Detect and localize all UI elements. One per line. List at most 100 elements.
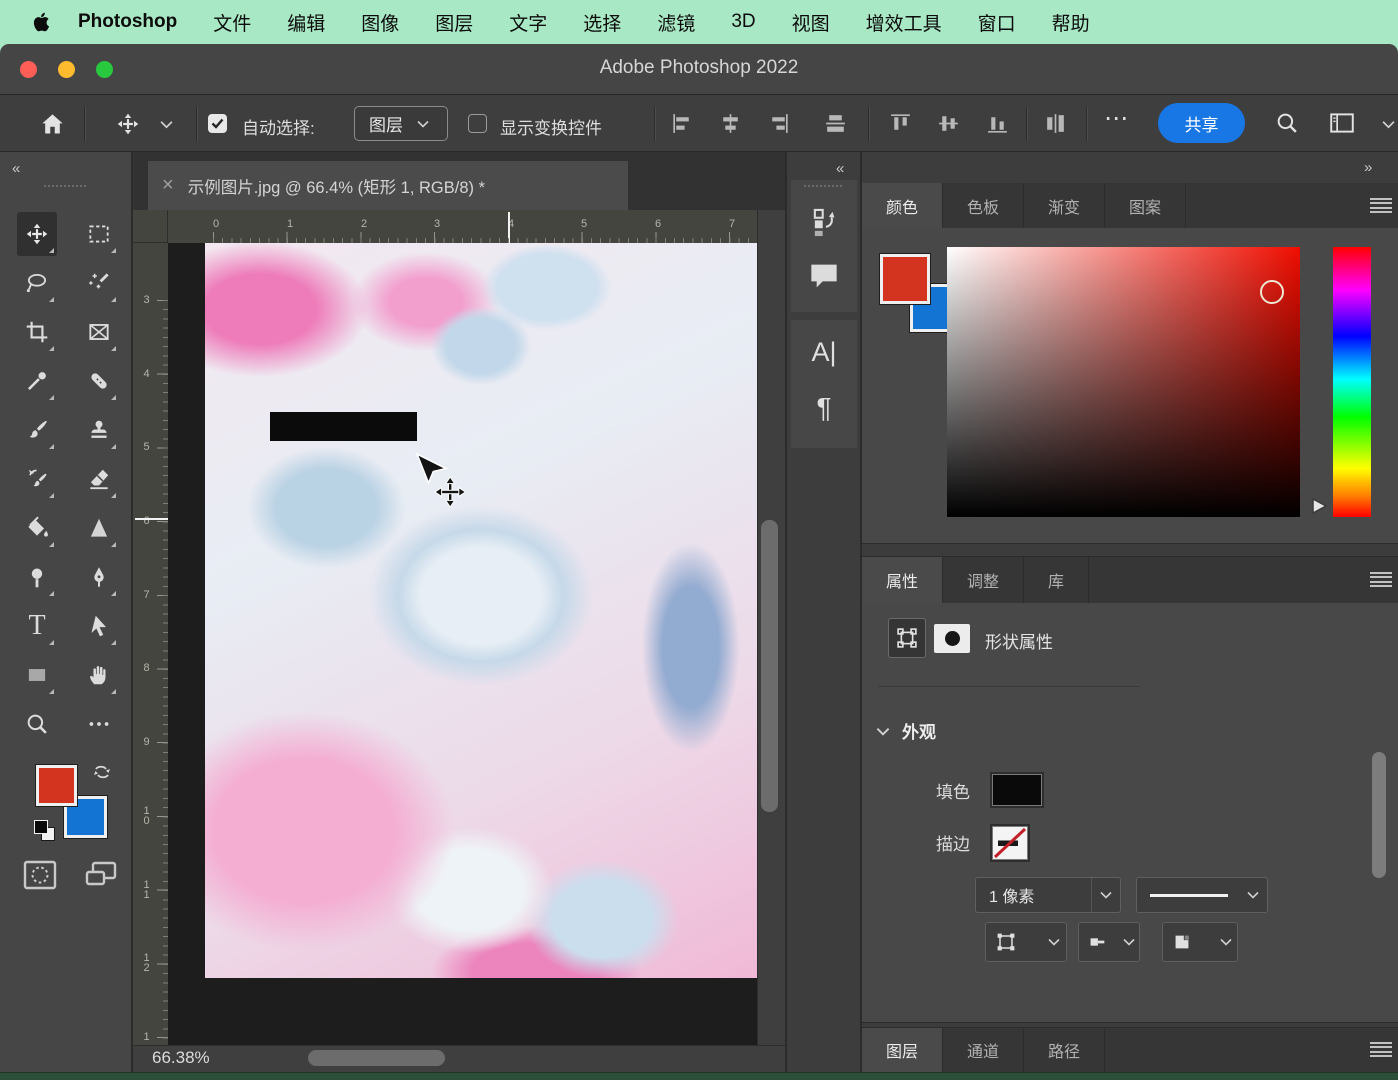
tool-paint-bucket[interactable] <box>17 506 57 550</box>
comments-panel-icon[interactable] <box>806 254 842 298</box>
properties-scrollbar-thumb[interactable] <box>1372 752 1386 878</box>
mask-properties-button[interactable] <box>934 624 970 653</box>
foreground-color-swatch[interactable] <box>36 765 77 806</box>
tab-libraries[interactable]: 库 <box>1024 557 1089 603</box>
stroke-align-dropdown[interactable] <box>985 922 1067 962</box>
menu-item-photoshop[interactable]: Photoshop <box>78 11 177 33</box>
ruler-vertical[interactable]: 3 4 5 6 7 8 9 10 11 12 1 <box>133 243 168 1045</box>
version-history-panel-icon[interactable] <box>806 200 842 246</box>
tool-zoom[interactable] <box>17 702 57 746</box>
tab-properties[interactable]: 属性 <box>862 557 943 603</box>
color-panel-menu-icon[interactable] <box>1370 198 1392 213</box>
expand-panels-icon[interactable]: » <box>1364 159 1370 176</box>
align-top-edges-icon[interactable] <box>887 110 914 137</box>
ruler-horizontal[interactable]: 0 1 2 3 4 5 6 7 <box>168 210 785 243</box>
move-tool-options-icon[interactable] <box>112 109 144 139</box>
tool-eraser[interactable] <box>79 457 119 501</box>
tool-brush[interactable] <box>17 408 57 452</box>
drawn-rectangle-shape[interactable] <box>270 412 417 441</box>
menu-item-edit[interactable]: 编辑 <box>287 9 325 36</box>
tab-paths[interactable]: 路径 <box>1024 1028 1105 1072</box>
canvas-image[interactable] <box>205 243 757 978</box>
document-tab[interactable]: × 示例图片.jpg @ 66.4% (矩形 1, RGB/8) * <box>148 161 628 210</box>
quick-mask-mode-icon[interactable] <box>22 858 58 892</box>
color-panel-foreground-swatch[interactable] <box>880 254 930 304</box>
tool-spot-healing[interactable] <box>79 359 119 403</box>
close-document-icon[interactable]: × <box>162 174 174 197</box>
search-icon[interactable] <box>1272 108 1302 138</box>
more-options-icon[interactable]: ⋯ <box>1104 104 1129 133</box>
tool-rectangular-marquee[interactable] <box>79 212 119 256</box>
tab-adjustments[interactable]: 调整 <box>943 557 1024 603</box>
tool-hand[interactable] <box>79 653 119 697</box>
hue-slider[interactable] <box>1333 247 1371 517</box>
stroke-cap-dropdown[interactable] <box>1078 922 1140 962</box>
tools-panel-grip[interactable] <box>44 185 88 187</box>
tool-sharpen[interactable] <box>79 506 119 550</box>
stroke-corner-dropdown[interactable] <box>1162 922 1238 962</box>
screen-mode-icon[interactable] <box>82 858 120 892</box>
layers-panel-menu-icon[interactable] <box>1370 1042 1392 1057</box>
align-bottom-edges-icon[interactable] <box>984 110 1011 137</box>
auto-select-checkbox[interactable] <box>208 114 227 133</box>
tool-move[interactable] <box>17 212 57 256</box>
menu-item-image[interactable]: 图像 <box>361 9 399 36</box>
move-tool-preset-chevron-icon[interactable] <box>160 116 173 134</box>
fill-color-swatch[interactable] <box>992 774 1042 806</box>
color-field[interactable] <box>947 247 1300 517</box>
menu-item-type[interactable]: 文字 <box>509 9 547 36</box>
tab-patterns[interactable]: 图案 <box>1105 183 1186 228</box>
show-transform-controls-checkbox[interactable] <box>468 114 487 133</box>
transform-properties-button[interactable] <box>888 618 926 658</box>
paragraph-panel-icon[interactable]: ¶ <box>800 384 848 432</box>
collapse-strip-icon[interactable]: « <box>836 160 842 177</box>
tool-rectangle[interactable] <box>17 653 57 697</box>
properties-panel-menu-icon[interactable] <box>1370 572 1392 587</box>
tool-path-select[interactable] <box>79 604 119 648</box>
menu-item-select[interactable]: 选择 <box>583 9 621 36</box>
workspace-switcher-icon[interactable] <box>1326 108 1358 138</box>
character-panel-icon[interactable]: A| <box>800 328 848 376</box>
tool-eyedropper[interactable] <box>17 359 57 403</box>
menu-item-help[interactable]: 帮助 <box>1052 9 1090 36</box>
tool-history-brush[interactable] <box>17 457 57 501</box>
menu-item-file[interactable]: 文件 <box>213 9 251 36</box>
tab-color[interactable]: 颜色 <box>862 183 943 228</box>
auto-select-target-dropdown[interactable]: 图层 <box>354 106 448 141</box>
distribute-vertical-centers-icon[interactable] <box>822 110 849 137</box>
tab-layers[interactable]: 图层 <box>862 1028 943 1072</box>
menu-item-3d[interactable]: 3D <box>731 11 755 33</box>
align-vertical-centers-icon[interactable] <box>935 110 962 137</box>
align-horizontal-centers-icon[interactable] <box>717 110 744 137</box>
stroke-color-swatch[interactable] <box>992 826 1028 860</box>
appearance-section-header[interactable]: 外观 <box>902 718 936 743</box>
menu-item-plugins[interactable]: 增效工具 <box>866 9 942 36</box>
edit-toolbar-icon[interactable] <box>79 702 119 746</box>
align-right-edges-icon[interactable] <box>765 110 792 137</box>
tool-dodge[interactable] <box>17 555 57 599</box>
tab-gradients[interactable]: 渐变 <box>1024 183 1105 228</box>
apple-menu-icon[interactable] <box>30 10 50 34</box>
appearance-collapse-chevron-icon[interactable] <box>874 722 892 740</box>
tool-type[interactable]: T <box>17 604 57 648</box>
menu-item-view[interactable]: 视图 <box>792 9 830 36</box>
tool-lasso[interactable] <box>17 261 57 305</box>
tool-crop[interactable] <box>17 310 57 354</box>
menu-item-filter[interactable]: 滤镜 <box>657 9 695 36</box>
color-field-picker-ring[interactable] <box>1260 280 1284 304</box>
tool-magic-wand[interactable] <box>79 261 119 305</box>
ruler-corner[interactable] <box>133 210 168 243</box>
align-left-edges-icon[interactable] <box>669 110 696 137</box>
tab-swatches[interactable]: 色板 <box>943 183 1024 228</box>
workspace-chevron-icon[interactable] <box>1382 116 1395 134</box>
tab-channels[interactable]: 通道 <box>943 1028 1024 1072</box>
menu-item-layer[interactable]: 图层 <box>435 9 473 36</box>
stroke-width-dropdown[interactable]: 1 像素 <box>975 877 1121 913</box>
tool-clone-stamp[interactable] <box>79 408 119 452</box>
stroke-style-dropdown[interactable] <box>1136 877 1268 913</box>
tool-pen[interactable] <box>79 555 119 599</box>
menu-item-window[interactable]: 窗口 <box>978 9 1016 36</box>
vertical-scrollbar-thumb[interactable] <box>761 520 778 812</box>
collapse-tools-panel-icon[interactable]: « <box>12 160 18 177</box>
hue-slider-handle[interactable] <box>1311 496 1329 521</box>
